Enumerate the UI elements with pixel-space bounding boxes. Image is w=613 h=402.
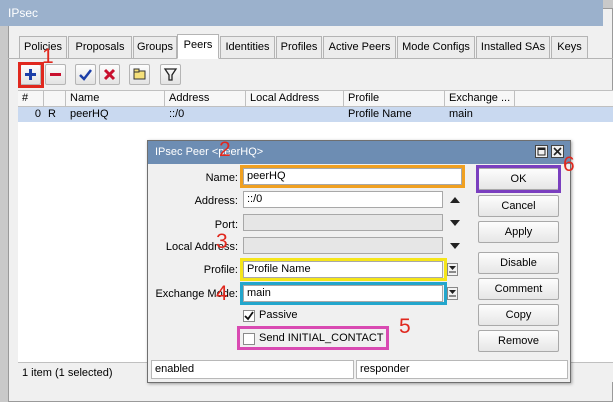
highlight-name-field (240, 165, 465, 188)
maximize-icon (537, 147, 546, 156)
annotation-number-2: 2 (219, 138, 231, 161)
copy-button[interactable]: Copy (478, 304, 559, 326)
enable-button[interactable] (75, 64, 96, 85)
profile-dropdown-button[interactable] (447, 263, 458, 276)
window-title: IPsec (0, 0, 603, 26)
exchange-mode-dropdown-button[interactable] (447, 287, 458, 300)
profile-label: Profile: (203, 264, 238, 276)
comment-icon (133, 68, 146, 80)
highlight-ok-button (476, 165, 561, 193)
column-header-exchange[interactable]: Exchange ... (445, 91, 515, 107)
tab-mode-configs[interactable]: Mode Configs (397, 36, 475, 59)
row-address: ::/0 (169, 108, 185, 120)
checkmark-icon (244, 311, 254, 321)
comment-button[interactable] (129, 64, 150, 85)
port-field[interactable] (243, 214, 443, 231)
filter-icon (163, 68, 178, 81)
highlight-send-initial-contact (237, 326, 389, 350)
dropdown-arrow-icon (449, 266, 456, 273)
tab-profiles[interactable]: Profiles (276, 36, 322, 59)
annotation-number-6: 6 (563, 153, 575, 176)
column-header-profile[interactable]: Profile (344, 91, 445, 107)
disable-button[interactable] (99, 64, 120, 85)
disable-button-dialog[interactable]: Disable (478, 252, 559, 274)
row-name: peerHQ (70, 108, 109, 120)
dialog-title[interactable]: IPsec Peer <peerHQ> (148, 141, 570, 164)
apply-button[interactable]: Apply (478, 221, 559, 243)
tab-proposals[interactable]: Proposals (68, 36, 132, 59)
tab-keys[interactable]: Keys (551, 36, 588, 59)
port-toggle-down-icon[interactable] (450, 218, 460, 228)
column-header-flags[interactable] (44, 91, 66, 107)
highlight-exchange-mode-field (240, 282, 447, 305)
row-num: 0 (34, 108, 41, 120)
maximize-button[interactable] (535, 145, 548, 158)
highlight-add-button (18, 62, 44, 88)
annotation-number-1: 1 (42, 45, 54, 68)
local-address-toggle-down-icon[interactable] (450, 241, 460, 251)
local-address-field[interactable] (243, 237, 443, 254)
row-exchange: main (449, 108, 473, 120)
remove-icon (50, 73, 61, 76)
address-field[interactable]: ::/0 (243, 191, 443, 208)
passive-label: Passive (259, 309, 298, 321)
annotation-number-3: 3 (216, 230, 228, 253)
comment-button-dialog[interactable]: Comment (478, 278, 559, 300)
dialog-status-responder: responder (356, 360, 568, 379)
filter-button[interactable] (160, 64, 181, 85)
column-header-local-address[interactable]: Local Address (246, 91, 344, 107)
tab-peers[interactable]: Peers (177, 34, 219, 59)
row-profile: Profile Name (348, 108, 412, 120)
name-label: Name: (205, 172, 238, 184)
remove-button-dialog[interactable]: Remove (478, 330, 559, 352)
annotation-number-5: 5 (399, 315, 411, 338)
close-icon (553, 147, 562, 156)
row-flag: R (48, 108, 56, 120)
disable-x-icon (103, 68, 116, 81)
address-label: Address: (194, 195, 238, 207)
address-toggle-up-icon[interactable] (450, 195, 460, 205)
tab-identities[interactable]: Identities (220, 36, 275, 59)
dropdown-arrow-icon (449, 290, 456, 297)
tab-groups[interactable]: Groups (133, 36, 177, 59)
column-header-name[interactable]: Name (66, 91, 165, 107)
highlight-profile-field (240, 258, 447, 281)
enable-check-icon (79, 69, 92, 81)
column-header-filler (515, 91, 613, 107)
column-header-num[interactable]: # (18, 91, 44, 107)
cancel-button[interactable]: Cancel (478, 195, 559, 217)
tab-active-peers[interactable]: Active Peers (323, 36, 396, 59)
annotation-number-4: 4 (216, 282, 228, 305)
row-local-address (246, 108, 344, 122)
dialog-status-enabled: enabled (151, 360, 354, 379)
passive-checkbox[interactable] (243, 310, 255, 322)
tab-installed-sas[interactable]: Installed SAs (476, 36, 550, 59)
column-header-address[interactable]: Address (165, 91, 246, 107)
